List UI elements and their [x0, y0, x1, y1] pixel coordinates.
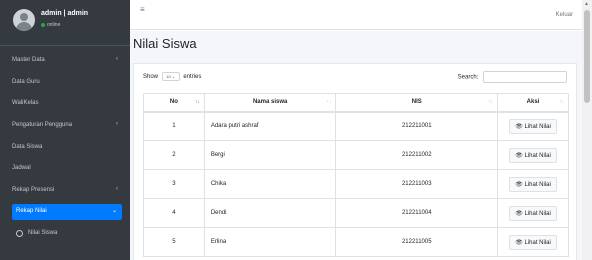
table-row: 3 Chika 212211003 👁 Lihat Nilai — [143, 169, 569, 199]
topbar: ≡ Keluar — [130, 0, 582, 30]
scroll-up-icon[interactable]: ▲ — [584, 1, 589, 7]
table-header-row: No ↑↓ Nama siswa ↑↓ NIS ↑↓ Aksi ↑↓ — [143, 93, 569, 113]
sidebar-item-walikelas[interactable]: WaliKelas — [0, 96, 130, 112]
avatar — [13, 9, 35, 31]
scrollbar-thumb[interactable] — [584, 10, 590, 103]
column-header-no[interactable]: No ↑↓ — [143, 93, 205, 113]
column-header-nama-siswa[interactable]: Nama siswa ↑↓ — [203, 93, 337, 113]
chevron-left-icon: ‹ — [116, 56, 118, 62]
search-control: Search: — [458, 71, 567, 83]
logout-link[interactable]: Keluar — [556, 12, 573, 18]
view-grades-button[interactable]: 👁 Lihat Nilai — [509, 205, 557, 221]
sidebar-item-nilai-siswa[interactable]: Nilai Siswa — [0, 226, 130, 242]
eye-icon: 👁 — [515, 152, 523, 159]
entries-length-control: Show 10 ⌄ entries — [143, 72, 202, 81]
sort-icon: ↑↓ — [194, 99, 200, 105]
table-row: 1 Adara putri ashraf 212211001 👁 Lihat N… — [143, 111, 569, 141]
column-header-nis[interactable]: NIS ↑↓ — [335, 93, 499, 113]
user-status: online — [41, 22, 60, 28]
sidebar-item-data-guru[interactable]: Data Guru — [0, 75, 130, 91]
view-grades-button[interactable]: 👁 Lihat Nilai — [509, 176, 557, 192]
sort-icon: ↑↓ — [488, 99, 494, 105]
sidebar-item-data-siswa[interactable]: Data Siswa — [0, 140, 130, 156]
search-input[interactable] — [483, 71, 567, 83]
chevron-left-icon: ‹ — [116, 186, 118, 192]
eye-icon: 👁 — [515, 123, 523, 130]
circle-icon — [16, 230, 23, 237]
table-row: 2 Bergi 212211002 👁 Lihat Nilai — [143, 140, 569, 170]
eye-icon: 👁 — [515, 210, 523, 217]
page-scrollbar[interactable]: ▲ — [582, 0, 592, 260]
view-grades-button[interactable]: 👁 Lihat Nilai — [509, 118, 557, 134]
view-grades-button[interactable]: 👁 Lihat Nilai — [509, 147, 557, 163]
table-row: 5 Erlina 212211005 👁 Lihat Nilai — [143, 227, 569, 257]
table-card: Show 10 ⌄ entries Search: No ↑↓ Nama sisw… — [133, 63, 577, 260]
page-title: Nilai Siswa — [133, 36, 197, 51]
main-content: Nilai Siswa Show 10 ⌄ entries Search: No… — [130, 31, 582, 260]
sort-icon: ↑↓ — [326, 99, 332, 105]
table-row: 4 Dendi 212211004 👁 Lihat Nilai — [143, 198, 569, 228]
sidebar-item-master-data[interactable]: Master Data ‹ — [0, 53, 130, 69]
sidebar-item-pengaturan-pengguna[interactable]: Pengaturan Pengguna ‹ — [0, 118, 130, 134]
sort-icon: ↑↓ — [559, 99, 564, 105]
column-header-aksi[interactable]: Aksi ↑↓ — [497, 93, 569, 113]
eye-icon: 👁 — [515, 181, 523, 188]
user-name[interactable]: admin | admin — [41, 10, 88, 17]
eye-icon: 👁 — [515, 239, 523, 246]
sidebar-item-rekap-nilai[interactable]: Rekap Nilai ⌄ — [12, 204, 122, 220]
sidebar-item-jadwal[interactable]: Jadwal — [0, 161, 130, 177]
user-panel: admin | admin online — [0, 6, 130, 46]
students-table: No ↑↓ Nama siswa ↑↓ NIS ↑↓ Aksi ↑↓ 1 Adara p… — [143, 93, 569, 257]
sidebar: admin | admin online Master Data ‹ Data … — [0, 0, 130, 260]
entries-select[interactable]: 10 ⌄ — [161, 72, 180, 81]
view-grades-button[interactable]: 👁 Lihat Nilai — [509, 234, 557, 250]
chevron-down-icon: ⌄ — [111, 208, 117, 214]
chevron-left-icon: ‹ — [116, 121, 118, 127]
sidebar-item-rekap-presensi[interactable]: Rekap Presensi ‹ — [0, 183, 130, 199]
hamburger-icon[interactable]: ≡ — [140, 5, 145, 14]
online-dot-icon — [41, 22, 45, 27]
